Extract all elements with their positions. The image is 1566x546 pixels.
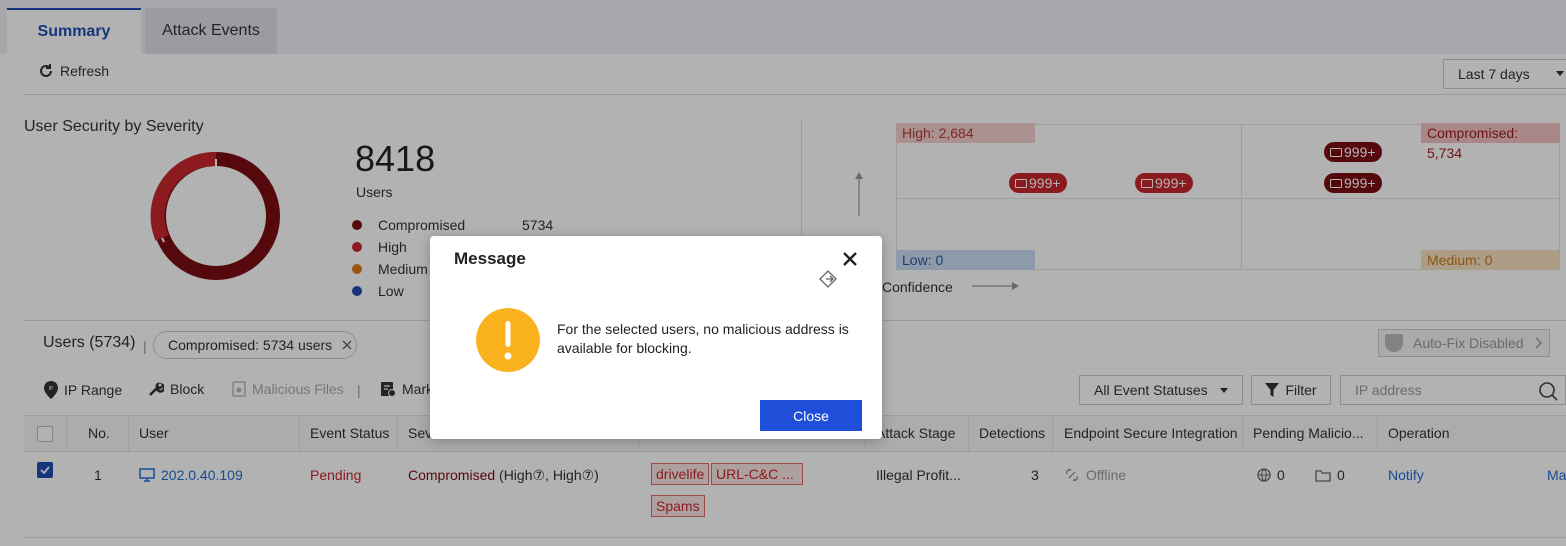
warning-icon bbox=[476, 308, 540, 372]
message-dialog: Message For the selected users, no malic… bbox=[430, 236, 882, 439]
close-button[interactable]: Close bbox=[760, 400, 862, 431]
close-icon[interactable] bbox=[840, 249, 860, 269]
dialog-title: Message bbox=[454, 249, 526, 268]
dialog-message: For the selected users, no malicious add… bbox=[557, 321, 849, 356]
cursor-icon bbox=[819, 270, 837, 288]
